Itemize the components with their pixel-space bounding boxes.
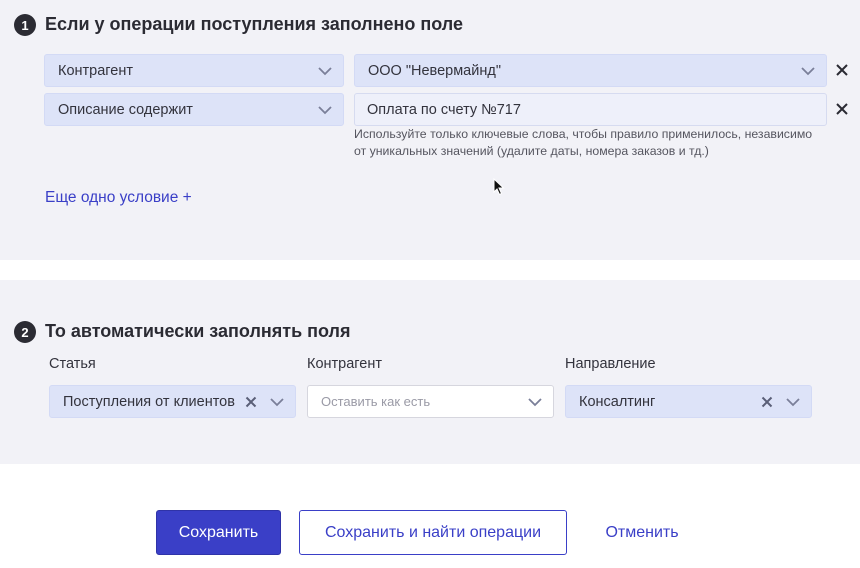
article-value: Поступления от клиентов xyxy=(63,393,235,410)
chevron-down-icon xyxy=(318,106,332,115)
step-badge-1: 1 xyxy=(14,14,36,36)
condition-value-select-1[interactable]: ООО "Невермайнд" xyxy=(354,54,827,87)
chevron-down-icon xyxy=(270,398,284,407)
remove-condition-2-icon[interactable] xyxy=(835,102,849,116)
article-select[interactable]: Поступления от клиентов xyxy=(49,385,296,418)
hint-line-1: Используйте только ключевые слова, чтобы… xyxy=(354,127,813,141)
condition-value-label: ООО "Невермайнд" xyxy=(368,62,501,79)
condition-section-title: Если у операции поступления заполнено по… xyxy=(45,14,463,34)
chevron-down-icon xyxy=(801,67,815,76)
autofill-section: 2 То автоматически заполнять поля Статья… xyxy=(0,280,860,464)
cancel-button[interactable]: Отменить xyxy=(592,510,692,555)
step-badge-2: 2 xyxy=(14,321,36,343)
direction-select[interactable]: Консалтинг xyxy=(565,385,812,418)
condition-field-select-1[interactable]: Контрагент xyxy=(44,54,344,87)
counterparty-select[interactable]: Оставить как есть xyxy=(307,385,554,418)
save-button[interactable]: Сохранить xyxy=(156,510,281,555)
chevron-down-icon xyxy=(786,398,800,407)
clear-direction-icon[interactable] xyxy=(761,396,773,408)
article-label: Статья xyxy=(49,356,96,372)
condition-field-label: Контрагент xyxy=(58,62,133,79)
description-input[interactable]: Оплата по счету №717 xyxy=(354,93,827,126)
autofill-section-title: То автоматически заполнять поля xyxy=(45,321,351,341)
direction-value: Консалтинг xyxy=(579,393,656,410)
condition-field-select-2[interactable]: Описание содержит xyxy=(44,93,344,126)
chevron-down-icon xyxy=(318,67,332,76)
hint-line-2: от уникальных значений (удалите даты, но… xyxy=(354,144,709,158)
remove-condition-1-icon[interactable] xyxy=(835,63,849,77)
mouse-cursor-icon xyxy=(493,178,505,196)
direction-label: Направление xyxy=(565,356,656,372)
keywords-hint: Используйте только ключевые слова, чтобы… xyxy=(354,126,812,160)
condition-field-label: Описание содержит xyxy=(58,101,193,118)
condition-section: 1 Если у операции поступления заполнено … xyxy=(0,0,860,260)
clear-article-icon[interactable] xyxy=(245,396,257,408)
chevron-down-icon xyxy=(528,398,542,407)
counterparty-placeholder: Оставить как есть xyxy=(321,394,431,409)
counterparty-label: Контрагент xyxy=(307,356,382,372)
save-and-find-button[interactable]: Сохранить и найти операции xyxy=(299,510,567,555)
add-condition-link[interactable]: Еще одно условие + xyxy=(45,189,192,207)
